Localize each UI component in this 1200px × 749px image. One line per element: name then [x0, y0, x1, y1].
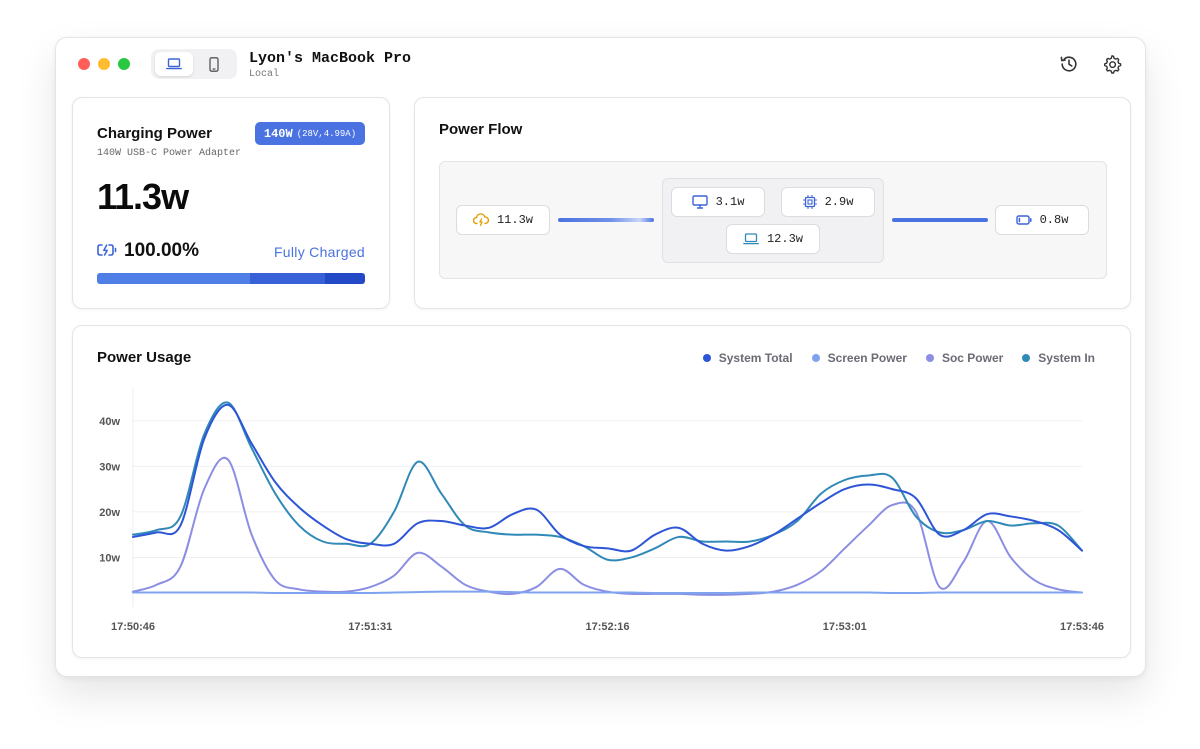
- phone-tab[interactable]: [195, 52, 233, 76]
- adapter-wattage: 140W: [263, 126, 293, 141]
- flow-screen-node: 3.1w: [671, 187, 765, 217]
- adapter-description: 140W USB-C Power Adapter: [97, 148, 242, 159]
- flow-soc-value: 2.9w: [824, 195, 854, 209]
- x-tick-label: 17:53:01: [823, 621, 867, 633]
- charging-power-card: Charging Power 140W USB-C Power Adapter …: [72, 97, 390, 309]
- charging-power-title: Charging Power: [97, 125, 213, 142]
- x-tick-label: 17:52:16: [585, 621, 629, 633]
- battery-progress-fill: [97, 273, 365, 284]
- series-line-soc-power: [132, 456, 1083, 596]
- laptop-icon: [743, 233, 759, 245]
- legend-label: Soc Power: [941, 351, 1004, 365]
- flow-consumers-group: 3.1w 2.9w 12.3w: [662, 178, 884, 263]
- adapter-rating-badge: 140W (28V,4.99A): [255, 122, 365, 145]
- flow-system-value: 12.3w: [766, 232, 803, 246]
- flow-line-input: [558, 218, 654, 222]
- laptop-icon: [166, 58, 182, 70]
- charging-power-value: 11.3w: [97, 176, 189, 217]
- power-usage-chart: 10w 20w 30w 40w 17:50:46 17:51:31 17:52:16 17:5…: [99, 388, 1104, 633]
- adapter-voltage-current: (28V,4.99A): [296, 128, 357, 139]
- history-icon: [1060, 56, 1077, 72]
- y-tick-label: 40w: [99, 416, 120, 428]
- flow-battery-node: 0.8w: [995, 205, 1089, 235]
- zoom-window-button[interactable]: [118, 58, 130, 70]
- power-flow-card: Power Flow 11.3w 3.1w 2.9w 12.3w 0.8w: [414, 97, 1131, 309]
- legend-dot: [811, 354, 820, 362]
- battery-icon: [1015, 215, 1032, 225]
- flow-screen-value: 3.1w: [715, 195, 745, 209]
- series-line-screen-power: [132, 590, 1083, 595]
- flow-battery-value: 0.8w: [1039, 213, 1069, 227]
- series-line-system-total: [132, 403, 1083, 553]
- power-usage-card: 10w 20w 30w 40w 17:50:46 17:51:31 17:52:16 17:5…: [72, 325, 1131, 658]
- legend-item[interactable]: Soc Power: [925, 351, 1004, 365]
- device-name: Lyon's MacBook Pro: [249, 50, 412, 67]
- y-tick-label: 20w: [99, 507, 120, 519]
- flow-input-node: 11.3w: [456, 205, 550, 235]
- minimize-window-button[interactable]: [98, 58, 110, 70]
- gear-icon: [1104, 55, 1122, 74]
- flow-system-node: 12.3w: [726, 224, 820, 254]
- device-connection: Local: [249, 69, 280, 80]
- legend-item[interactable]: Screen Power: [811, 351, 907, 365]
- power-flow-title: Power Flow: [439, 121, 523, 138]
- battery-progress-bar: [97, 273, 365, 284]
- power-usage-title: Power Usage: [97, 349, 192, 366]
- y-tick-label: 30w: [99, 461, 120, 473]
- battery-percentage: 100.00%: [124, 240, 200, 261]
- cloud-charging-icon: [472, 213, 489, 227]
- x-tick-label: 17:53:46: [1060, 621, 1104, 633]
- monitor-icon: [691, 195, 708, 209]
- legend-dot: [702, 354, 711, 362]
- phone-icon: [209, 56, 219, 72]
- flow-soc-node: 2.9w: [781, 187, 875, 217]
- legend-label: System Total: [718, 351, 793, 365]
- charge-status: Fully Charged: [273, 244, 365, 260]
- close-window-button[interactable]: [78, 58, 90, 70]
- x-tick-label: 17:51:31: [348, 621, 392, 633]
- chip-icon: [802, 195, 817, 209]
- y-tick-label: 10w: [99, 552, 120, 564]
- title-bar: Lyon's MacBook Pro Local: [56, 38, 1145, 90]
- battery-charging-icon: [97, 244, 117, 256]
- device-switcher: [151, 49, 237, 79]
- power-flow-diagram: 11.3w 3.1w 2.9w 12.3w 0.8w: [439, 161, 1107, 279]
- app-window: Lyon's MacBook Pro Local Charging Power …: [55, 37, 1146, 677]
- flow-line-output: [892, 218, 988, 222]
- chart-legend: System Total Screen Power Soc Power System …: [702, 351, 1095, 365]
- flow-input-value: 11.3w: [496, 213, 533, 227]
- x-tick-label: 17:50:46: [111, 621, 155, 633]
- legend-item[interactable]: System Total: [702, 351, 793, 365]
- legend-dot: [1022, 354, 1031, 362]
- legend-dot: [925, 354, 934, 362]
- laptop-tab[interactable]: [155, 52, 193, 76]
- legend-label: Screen Power: [827, 351, 907, 365]
- legend-label: System In: [1038, 351, 1095, 365]
- history-button[interactable]: [1058, 53, 1080, 75]
- settings-button[interactable]: [1101, 53, 1123, 75]
- legend-item[interactable]: System In: [1022, 351, 1095, 365]
